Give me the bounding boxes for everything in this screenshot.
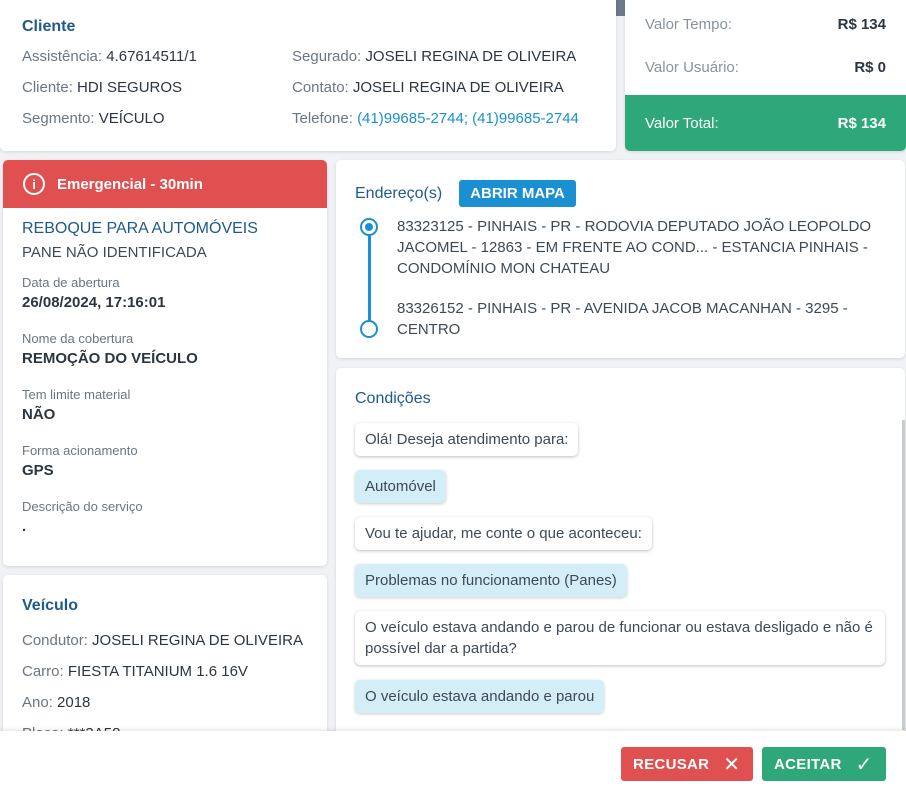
address-destination: 83326152 - PINHAIS - PR - AVENIDA JACOB … xyxy=(397,300,848,338)
assistencia-value: 4.67614511/1 xyxy=(106,48,197,65)
cliente-row: Cliente: HDI SEGUROS xyxy=(22,79,182,96)
valor-tempo-label: Valor Tempo: xyxy=(645,16,732,33)
field-label-abertura: Data de abertura xyxy=(22,275,120,290)
valor-tempo-value: R$ 134 xyxy=(837,16,886,33)
value-card: Valor Tempo: R$ 134 Valor Usuário: R$ 0 … xyxy=(625,0,906,151)
address-origin: 83323125 - PINHAIS - PR - RODOVIA DEPUTA… xyxy=(397,218,872,277)
contato-label: Contato: xyxy=(292,79,349,96)
scrollbar[interactable] xyxy=(902,420,905,730)
accept-button[interactable]: ACEITAR ✓ xyxy=(762,747,886,781)
field-value-descricao: . xyxy=(22,518,27,535)
carro-label: Carro: xyxy=(22,663,64,680)
contato-value: JOSELI REGINA DE OLIVEIRA xyxy=(352,79,564,96)
carro-row: Carro: FIESTA TITANIUM 1.6 16V xyxy=(22,663,248,680)
field-label-descricao: Descrição do serviço xyxy=(22,499,143,514)
cliente-label: Cliente: xyxy=(22,79,73,96)
service-card: i Emergencial - 30min REBOQUE PARA AUTOM… xyxy=(3,160,327,566)
service-title: REBOQUE PARA AUTOMÓVEIS xyxy=(22,220,258,237)
chat-message-user: Problemas no funcionamento (Panes) xyxy=(355,564,627,597)
info-icon: i xyxy=(23,173,45,195)
valor-total-value: R$ 134 xyxy=(837,114,886,132)
valor-usuario-value: R$ 0 xyxy=(854,59,886,76)
condutor-value: JOSELI REGINA DE OLIVEIRA xyxy=(92,632,303,649)
field-value-abertura: 26/08/2024, 17:16:01 xyxy=(22,294,166,311)
client-section-title: Cliente xyxy=(22,18,76,35)
cliente-value: HDI SEGUROS xyxy=(77,79,183,96)
reject-label: RECUSAR xyxy=(633,755,710,773)
valor-total-bar: Valor Total: R$ 134 xyxy=(625,95,906,151)
valor-tempo-row: Valor Tempo: R$ 134 xyxy=(645,16,886,33)
telefone-link[interactable]: (41)99685-2744; (41)99685-2744 xyxy=(357,110,579,127)
destination-marker-icon xyxy=(360,320,378,338)
telefone-row: Telefone: (41)99685-2744; (41)99685-2744 xyxy=(292,110,579,127)
origin-marker-icon xyxy=(360,218,378,236)
field-value-acionamento: GPS xyxy=(22,462,54,479)
address-timeline xyxy=(368,228,371,328)
condutor-label: Condutor: xyxy=(22,632,88,649)
emergency-label: Emergencial - 30min xyxy=(57,175,203,193)
carro-value: FIESTA TITANIUM 1.6 16V xyxy=(67,663,248,680)
address-section-title: Endereço(s) xyxy=(355,184,443,202)
action-footer: RECUSAR ✕ ACEITAR ✓ xyxy=(0,731,906,797)
segurado-value: JOSELI REGINA DE OLIVEIRA xyxy=(365,48,577,65)
chat-message-user: Automóvel xyxy=(355,470,446,503)
field-value-limite: NÃO xyxy=(22,406,56,423)
field-value-cobertura: REMOÇÃO DO VEÍCULO xyxy=(22,350,198,367)
close-icon: ✕ xyxy=(723,753,741,776)
vehicle-section-title: Veículo xyxy=(22,597,79,614)
chat-message-user: O veículo estava andando e parou xyxy=(355,680,605,713)
contato-row: Contato: JOSELI REGINA DE OLIVEIRA xyxy=(292,79,564,96)
segmento-label: Segmento: xyxy=(22,110,95,127)
telefone-label: Telefone: xyxy=(292,110,353,127)
chat-message-bot: Vou te ajudar, me conte o que aconteceu: xyxy=(355,517,652,550)
address-card: Endereço(s) ABRIR MAPA 83323125 - PINHAI… xyxy=(336,160,905,358)
segurado-label: Segurado: xyxy=(292,48,362,65)
accept-label: ACEITAR xyxy=(774,755,842,773)
valor-usuario-label: Valor Usuário: xyxy=(645,59,739,76)
open-map-button[interactable]: ABRIR MAPA xyxy=(459,180,576,207)
condutor-row: Condutor: JOSELI REGINA DE OLIVEIRA xyxy=(22,632,303,649)
chat-message-bot: Olá! Deseja atendimento para: xyxy=(355,423,579,456)
segmento-row: Segmento: VEÍCULO xyxy=(22,110,165,127)
field-label-cobertura: Nome da cobertura xyxy=(22,331,134,346)
field-label-acionamento: Forma acionamento xyxy=(22,443,138,458)
segmento-value: VEÍCULO xyxy=(98,110,165,127)
conditions-section-title: Condições xyxy=(355,390,431,407)
emergency-badge: i Emergencial - 30min xyxy=(3,160,327,208)
segurado-row: Segurado: JOSELI REGINA DE OLIVEIRA xyxy=(292,48,576,65)
check-icon: ✓ xyxy=(855,753,873,776)
ano-label: Ano: xyxy=(22,694,53,711)
assistencia-label: Assistência: xyxy=(22,48,103,65)
field-label-limite: Tem limite material xyxy=(22,387,131,402)
chat-message-bot: O veículo estava andando e parou de func… xyxy=(355,611,885,665)
valor-usuario-row: Valor Usuário: R$ 0 xyxy=(645,59,886,76)
client-card: Cliente Assistência: 4.67614511/1 Client… xyxy=(0,0,616,151)
valor-total-label: Valor Total: xyxy=(645,114,719,132)
ano-row: Ano: 2018 xyxy=(22,694,90,711)
service-subtitle: PANE NÃO IDENTIFICADA xyxy=(22,244,207,261)
ano-value: 2018 xyxy=(57,694,91,711)
reject-button[interactable]: RECUSAR ✕ xyxy=(621,747,753,781)
assistencia-row: Assistência: 4.67614511/1 xyxy=(22,48,197,65)
